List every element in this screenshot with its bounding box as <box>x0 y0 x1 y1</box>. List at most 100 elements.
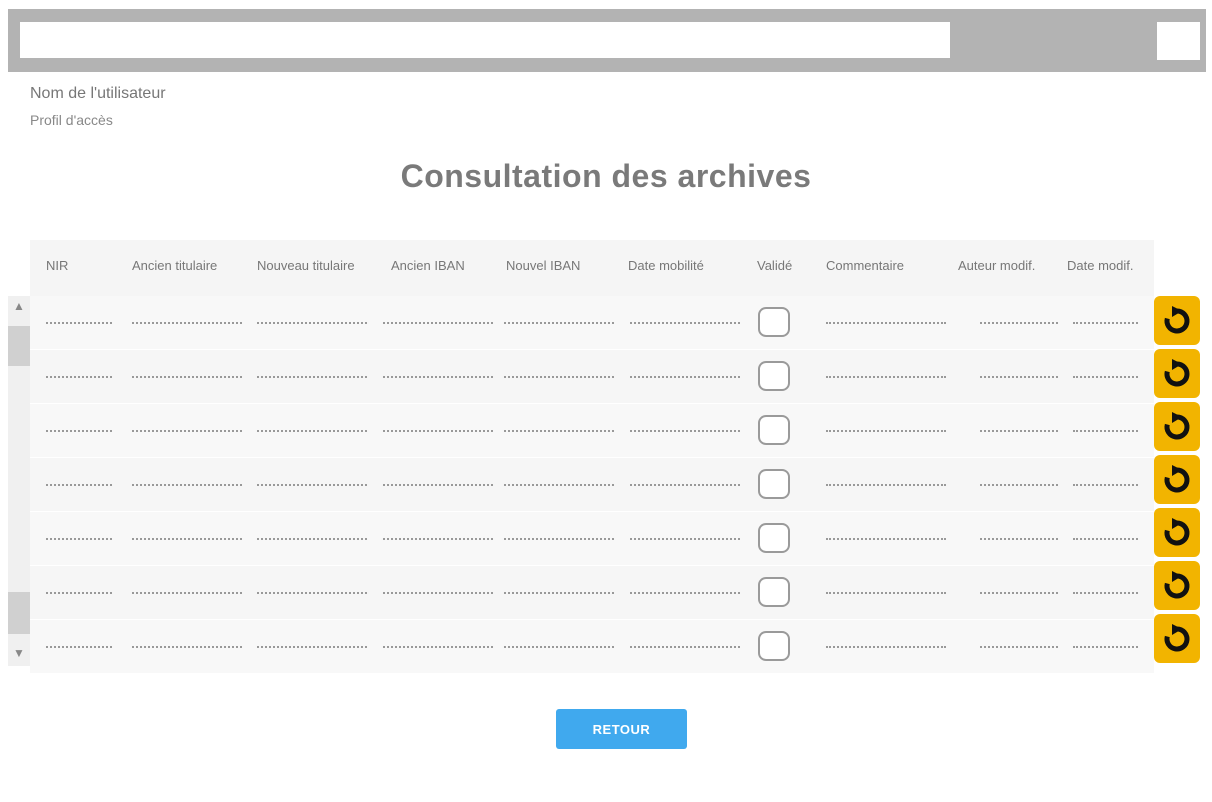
placeholder-cell <box>132 376 242 378</box>
user-profile: Profil d'accès <box>30 112 113 128</box>
placeholder-cell <box>980 376 1058 378</box>
placeholder-cell <box>826 376 946 378</box>
undo-button[interactable] <box>1154 296 1200 345</box>
table-row <box>30 458 1154 512</box>
placeholder-cell <box>383 376 493 378</box>
user-name: Nom de l'utilisateur <box>30 85 166 102</box>
placeholder-cell <box>257 430 367 432</box>
column-header-nouvel-iban: Nouvel IBAN <box>506 258 581 273</box>
validated-checkbox[interactable] <box>758 415 790 445</box>
table-header: NIR Ancien titulaire Nouveau titulaire A… <box>30 240 1154 296</box>
placeholder-cell <box>383 646 493 648</box>
placeholder-cell <box>630 322 740 324</box>
top-bar <box>8 9 1206 72</box>
top-action-box[interactable] <box>1157 22 1200 60</box>
placeholder-cell <box>257 322 367 324</box>
scroll-track-lower <box>8 592 30 634</box>
table-row <box>30 296 1154 350</box>
placeholder-cell <box>504 538 614 540</box>
table-row <box>30 620 1154 674</box>
column-header-commentaire: Commentaire <box>826 258 905 273</box>
column-header-ancien-iban: Ancien IBAN <box>391 258 465 273</box>
placeholder-cell <box>826 646 946 648</box>
placeholder-cell <box>257 484 367 486</box>
placeholder-cell <box>504 646 614 648</box>
placeholder-cell <box>132 538 242 540</box>
table-body <box>30 296 1154 674</box>
placeholder-cell <box>630 592 740 594</box>
placeholder-cell <box>980 538 1058 540</box>
column-header-nir: NIR <box>46 258 69 273</box>
top-search-field[interactable] <box>20 22 950 58</box>
undo-icon <box>1164 464 1190 492</box>
placeholder-cell <box>132 430 242 432</box>
placeholder-cell <box>257 376 367 378</box>
placeholder-cell <box>1073 538 1138 540</box>
retour-button[interactable]: RETOUR <box>556 709 687 749</box>
column-header-valide: Validé <box>757 258 793 273</box>
placeholder-cell <box>504 484 614 486</box>
placeholder-cell <box>630 484 740 486</box>
validated-checkbox[interactable] <box>758 577 790 607</box>
placeholder-cell <box>383 592 493 594</box>
placeholder-cell <box>630 376 740 378</box>
placeholder-cell <box>826 484 946 486</box>
validated-checkbox[interactable] <box>758 523 790 553</box>
placeholder-cell <box>980 646 1058 648</box>
column-header-auteur-modif: Auteur modif. <box>958 258 1036 273</box>
placeholder-cell <box>1073 376 1138 378</box>
table-row <box>30 404 1154 458</box>
validated-checkbox[interactable] <box>758 307 790 337</box>
undo-button[interactable] <box>1154 508 1200 557</box>
placeholder-cell <box>826 538 946 540</box>
table-scrollbar[interactable]: ▲ ▼ <box>8 296 30 666</box>
placeholder-cell <box>132 322 242 324</box>
scroll-thumb[interactable] <box>8 326 30 366</box>
placeholder-cell <box>383 322 493 324</box>
placeholder-cell <box>46 430 112 432</box>
placeholder-cell <box>630 430 740 432</box>
column-header-date-modif: Date modif. <box>1067 258 1134 273</box>
undo-icon <box>1164 623 1190 651</box>
placeholder-cell <box>980 430 1058 432</box>
placeholder-cell <box>257 538 367 540</box>
scroll-down-arrow-icon[interactable]: ▼ <box>13 646 25 660</box>
validated-checkbox[interactable] <box>758 631 790 661</box>
undo-button[interactable] <box>1154 561 1200 610</box>
undo-icon <box>1164 411 1190 439</box>
placeholder-cell <box>1073 484 1138 486</box>
placeholder-cell <box>980 322 1058 324</box>
placeholder-cell <box>504 322 614 324</box>
undo-button[interactable] <box>1154 349 1200 398</box>
placeholder-cell <box>504 592 614 594</box>
validated-checkbox[interactable] <box>758 469 790 499</box>
placeholder-cell <box>980 592 1058 594</box>
placeholder-cell <box>1073 646 1138 648</box>
placeholder-cell <box>630 646 740 648</box>
table-row <box>30 512 1154 566</box>
validated-checkbox[interactable] <box>758 361 790 391</box>
placeholder-cell <box>46 484 112 486</box>
undo-button[interactable] <box>1154 614 1200 663</box>
undo-button[interactable] <box>1154 402 1200 451</box>
column-header-date-mobilite: Date mobilité <box>628 258 704 273</box>
placeholder-cell <box>46 592 112 594</box>
undo-icon <box>1164 358 1190 386</box>
scroll-up-arrow-icon[interactable]: ▲ <box>13 299 25 313</box>
placeholder-cell <box>46 322 112 324</box>
placeholder-cell <box>383 538 493 540</box>
table-row <box>30 350 1154 404</box>
placeholder-cell <box>504 376 614 378</box>
placeholder-cell <box>1073 322 1138 324</box>
placeholder-cell <box>132 646 242 648</box>
placeholder-cell <box>383 484 493 486</box>
column-header-ancien-titulaire: Ancien titulaire <box>132 258 218 273</box>
placeholder-cell <box>826 430 946 432</box>
placeholder-cell <box>132 592 242 594</box>
placeholder-cell <box>132 484 242 486</box>
row-action-column <box>1154 296 1200 667</box>
placeholder-cell <box>826 592 946 594</box>
placeholder-cell <box>1073 430 1138 432</box>
undo-button[interactable] <box>1154 455 1200 504</box>
table-row <box>30 566 1154 620</box>
